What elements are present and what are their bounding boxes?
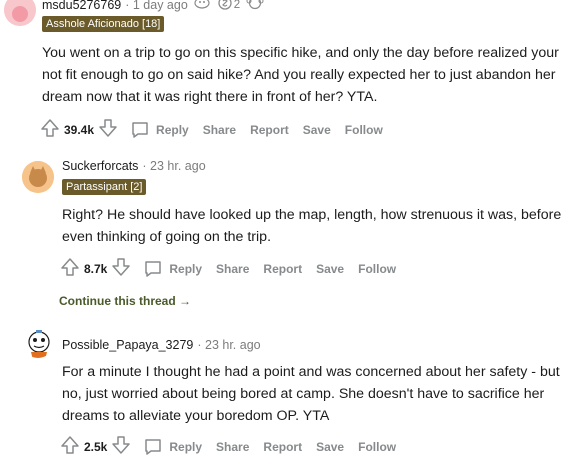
save-button[interactable]: Save xyxy=(303,123,331,137)
comment-header: Suckerforcats · 23 hr. ago xyxy=(62,159,206,173)
report-button[interactable]: Report xyxy=(250,123,289,137)
downvote-icon xyxy=(98,118,118,141)
downvote-icon xyxy=(111,435,131,458)
downvote-button[interactable] xyxy=(111,435,131,458)
upvote-icon xyxy=(40,118,60,141)
username[interactable]: msdu5276769 xyxy=(42,0,121,12)
upvote-icon xyxy=(60,257,80,280)
timestamp[interactable]: · 23 hr. ago xyxy=(197,338,260,352)
comment-icon[interactable] xyxy=(130,120,150,140)
comment-actions: 2.5k Reply Share Report Save Follow xyxy=(60,435,396,458)
comment-body: For a minute I thought he had a point an… xyxy=(62,364,560,424)
comment-body: Right? He should have looked up the map,… xyxy=(62,207,562,245)
downvote-button[interactable] xyxy=(111,257,131,280)
follow-button[interactable]: Follow xyxy=(358,262,396,276)
avatar[interactable] xyxy=(22,326,54,358)
downvote-icon xyxy=(111,257,131,280)
upvote-icon xyxy=(60,435,80,458)
award-count: 2 xyxy=(233,0,241,11)
award[interactable]: 2 xyxy=(218,0,240,13)
helpful-award-icon xyxy=(194,0,212,12)
follow-button[interactable]: Follow xyxy=(345,123,383,137)
comment-header: msdu5276769 · 1 day ago 2 xyxy=(42,0,266,13)
timestamp[interactable]: · 23 hr. ago xyxy=(142,159,205,173)
comment-header: Possible_Papaya_3279 · 23 hr. ago xyxy=(62,338,261,352)
user-flair: Partassipant [2] xyxy=(62,179,147,195)
share-button[interactable]: Share xyxy=(216,262,249,276)
downvote-button[interactable] xyxy=(98,118,118,141)
wholesome-award-icon xyxy=(246,0,266,13)
timestamp[interactable]: · 1 day ago xyxy=(125,0,188,12)
continue-thread-link[interactable]: Continue this thread → xyxy=(59,294,191,308)
user-flair: Asshole Aficionado [18] xyxy=(42,16,165,32)
save-button[interactable]: Save xyxy=(316,440,344,454)
avatar[interactable] xyxy=(4,0,36,26)
reply-button[interactable]: Reply xyxy=(156,123,189,137)
username[interactable]: Possible_Papaya_3279 xyxy=(62,338,193,352)
vote-score: 8.7k xyxy=(84,261,108,276)
avatar[interactable] xyxy=(22,161,54,193)
share-button[interactable]: Share xyxy=(203,123,236,137)
report-button[interactable]: Report xyxy=(263,440,302,454)
save-button[interactable]: Save xyxy=(316,262,344,276)
comment-body: You went on a trip to go on this specifi… xyxy=(42,45,559,105)
comment-icon[interactable] xyxy=(143,437,163,457)
award[interactable] xyxy=(194,0,212,12)
vote-score: 2.5k xyxy=(84,439,108,454)
username[interactable]: Suckerforcats xyxy=(62,159,138,173)
reply-button[interactable]: Reply xyxy=(169,440,202,454)
comment-actions: 8.7k Reply Share Report Save Follow xyxy=(60,257,396,280)
upvote-button[interactable] xyxy=(60,257,80,280)
upvote-button[interactable] xyxy=(60,435,80,458)
award[interactable] xyxy=(246,0,266,13)
share-button[interactable]: Share xyxy=(216,440,249,454)
upvote-button[interactable] xyxy=(40,118,60,141)
follow-button[interactable]: Follow xyxy=(358,440,396,454)
reply-button[interactable]: Reply xyxy=(169,262,202,276)
silver-award-icon xyxy=(218,0,234,13)
vote-score: 39.4k xyxy=(64,122,95,137)
comment-icon[interactable] xyxy=(143,259,163,279)
comment-actions: 39.4k Reply Share Report Save Follow xyxy=(40,118,383,141)
report-button[interactable]: Report xyxy=(263,262,302,276)
